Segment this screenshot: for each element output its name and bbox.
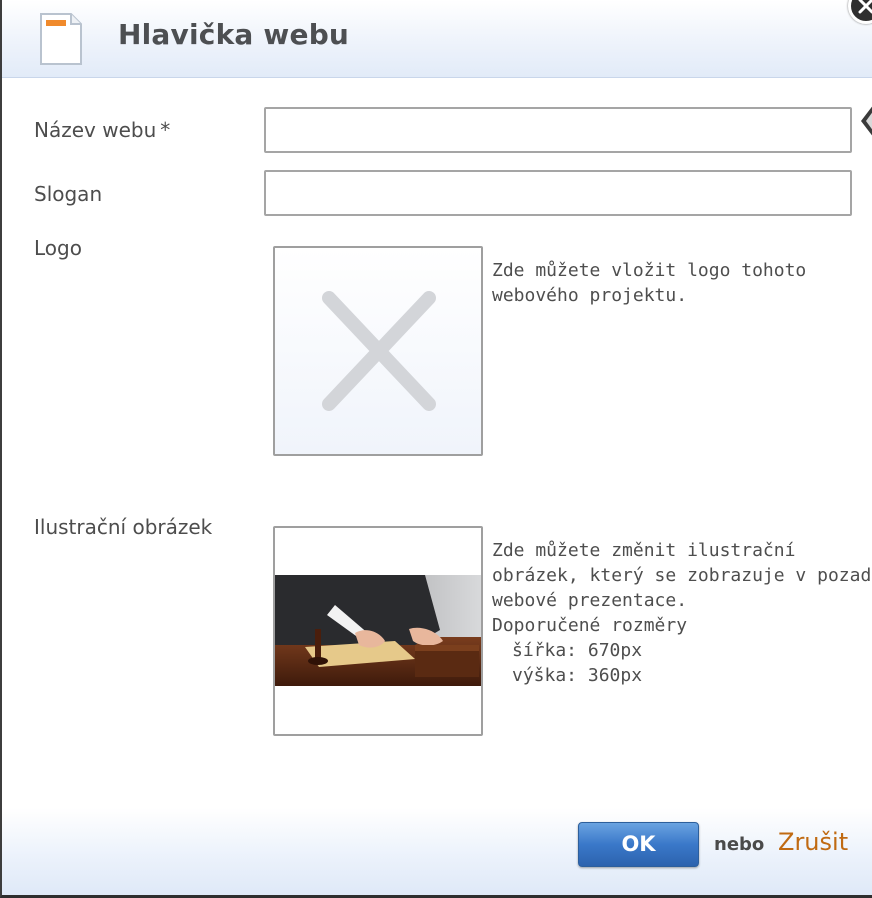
illustration-photo [275, 575, 481, 686]
dialog-header: Hlavička webu [2, 0, 872, 78]
recommended-width: šířka: 670px [512, 640, 643, 661]
no-image-icon [322, 291, 436, 411]
arrow-left-icon [858, 104, 872, 138]
required-mark: * [160, 118, 171, 142]
dialog: Hlavička webu Název webu * Slogan Logo Zd… [0, 0, 872, 898]
illustration-help-line: webové prezentace. [492, 590, 688, 611]
illustration-help-line: Doporučené rozměry [492, 615, 688, 636]
logo-upload-box[interactable] [273, 246, 483, 456]
cancel-link[interactable]: Zrušit [778, 828, 848, 856]
site-name-label-text: Název webu [34, 118, 157, 142]
slogan-input[interactable] [264, 170, 852, 216]
illustration-help-line: obrázek, který se zobrazuje v pozadí [492, 565, 872, 586]
recommended-height: výška: 360px [512, 665, 643, 686]
site-name-label: Název webu * [34, 118, 170, 142]
ok-button[interactable]: OK [578, 822, 699, 867]
or-label: nebo [714, 834, 765, 855]
illustration-help-line: Zde můžete změnit ilustrační [492, 540, 796, 561]
dialog-title: Hlavička webu [118, 18, 350, 51]
logo-label: Logo [34, 236, 82, 260]
illustration-help-text: Zde můžete změnit ilustrační obrázek, kt… [492, 538, 872, 688]
site-name-input[interactable] [264, 107, 852, 153]
document-icon [38, 12, 84, 66]
slogan-label: Slogan [34, 182, 103, 206]
logo-help-line: webového projektu. [492, 285, 688, 306]
logo-help-text: Zde můžete vložit logo tohoto webového p… [492, 258, 862, 308]
illustration-label: Ilustrační obrázek [34, 515, 213, 539]
illustration-upload-box[interactable] [273, 526, 483, 736]
logo-help-line: Zde můžete vložit logo tohoto [492, 260, 807, 281]
